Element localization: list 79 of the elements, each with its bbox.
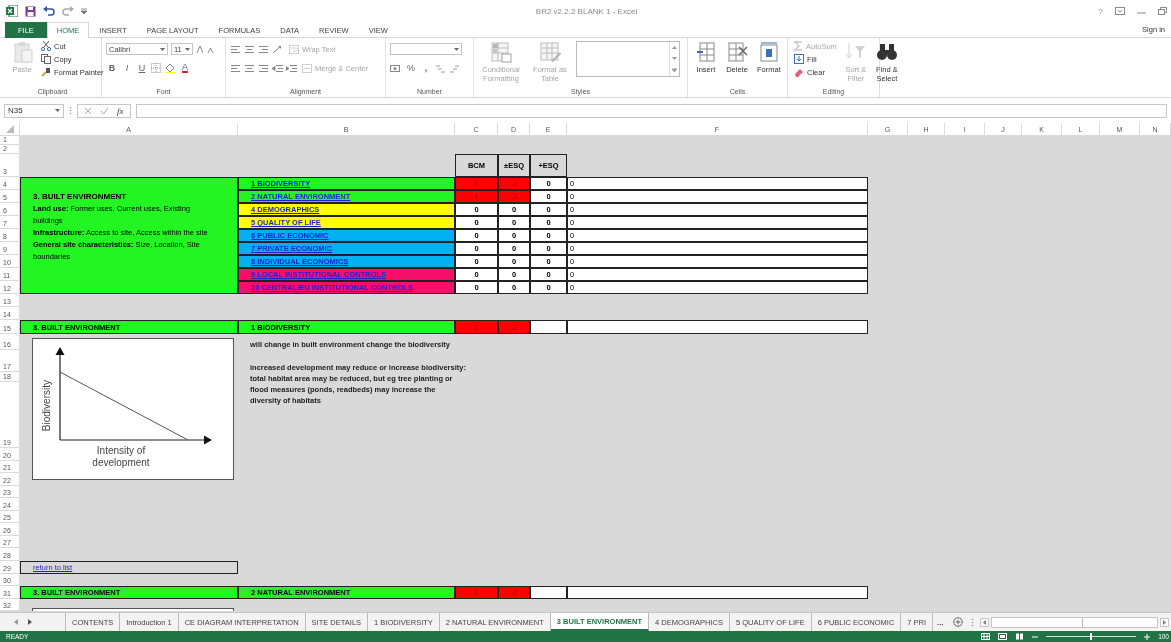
decrease-indent-icon (272, 63, 283, 73)
caret-icon (160, 47, 165, 51)
window-title: BR2 v2.2.2 BLANK 1 - Excel (534, 6, 639, 16)
add-sheet-icon[interactable] (953, 617, 964, 627)
align-icon (258, 44, 269, 54)
font-color-button[interactable]: A (179, 63, 191, 73)
styles-gallery[interactable] (576, 41, 680, 77)
merge-icon (302, 63, 312, 73)
align-icon (230, 63, 241, 73)
ribbon-display-icon[interactable] (1115, 7, 1125, 15)
restore-icon[interactable] (1158, 7, 1167, 15)
borders-icon (151, 63, 161, 73)
delete-cells-icon (726, 41, 748, 63)
copy-icon (41, 54, 51, 64)
normal-view-icon[interactable] (981, 633, 991, 640)
excel-logo-icon (6, 5, 18, 17)
next-sheet-icon[interactable] (28, 619, 32, 625)
name-box[interactable]: N35 (4, 103, 64, 118)
customize-icon[interactable] (81, 8, 87, 14)
format-cells-icon (757, 41, 780, 63)
decrease-decimal-icon (449, 63, 460, 73)
caret-icon (454, 47, 459, 51)
axis-label: Intensity of development (91, 445, 151, 469)
percent-button[interactable]: % (405, 63, 417, 73)
zoom-slider[interactable] (1046, 633, 1137, 640)
page-break-icon[interactable] (1015, 633, 1025, 640)
scroll-down-icon (672, 57, 677, 60)
check-icon[interactable] (100, 106, 109, 115)
table-cell (530, 586, 567, 599)
axis-label: Biodiversity (41, 379, 52, 431)
help-button[interactable]: ? (1098, 6, 1103, 16)
zoom-in-icon[interactable] (1144, 633, 1151, 640)
table-cell (530, 320, 567, 334)
wrap-text-icon (289, 44, 299, 54)
scroll-up-icon (672, 46, 677, 49)
align-icon (244, 44, 255, 54)
undo-icon[interactable] (43, 6, 55, 16)
paintbrush-icon (41, 67, 51, 77)
align-icon (244, 63, 255, 73)
scroll-left-icon[interactable] (980, 617, 990, 627)
save-icon[interactable] (25, 5, 36, 17)
grow-font-icon (196, 45, 204, 53)
summary-title: 3. BUILT ENVIRONMENT (33, 191, 128, 203)
previous-sheet-icon[interactable] (14, 619, 18, 625)
align-icon (230, 44, 241, 54)
currency-icon (390, 63, 402, 73)
comma-style-button[interactable]: , (420, 63, 432, 73)
shrink-font-icon (207, 45, 214, 53)
bold-button[interactable]: B (106, 63, 118, 73)
increase-decimal-icon (435, 63, 446, 73)
binoculars-icon (875, 41, 898, 63)
formula-input[interactable] (135, 103, 1167, 118)
increase-indent-icon (286, 63, 297, 73)
underline-button[interactable]: U (136, 63, 148, 73)
cancel-icon[interactable] (84, 106, 92, 115)
fill-down-icon (794, 54, 804, 64)
italic-button[interactable]: I (121, 63, 133, 73)
caret-icon (55, 109, 60, 112)
horizontal-scrollbar[interactable] (991, 616, 1158, 628)
scissors-icon (41, 41, 51, 51)
align-icon (258, 63, 269, 73)
sigma-icon (794, 41, 803, 51)
fill-color-icon (164, 63, 176, 73)
number-format-field[interactable] (390, 43, 462, 55)
orientation-icon (272, 44, 284, 54)
redo-icon[interactable] (62, 6, 74, 16)
corner-triangle-icon (5, 125, 14, 133)
select-all-button[interactable] (0, 123, 20, 136)
eraser-icon (794, 67, 804, 77)
caret-icon (185, 47, 190, 51)
clipboard-icon (11, 41, 33, 63)
expand-icon (672, 68, 677, 72)
table-brush-icon (539, 41, 561, 63)
scroll-right-icon[interactable] (1160, 617, 1169, 627)
insert-function-button[interactable]: fx (117, 105, 124, 116)
page-layout-icon[interactable] (998, 633, 1008, 640)
insert-cells-icon (695, 41, 717, 63)
zoom-out-icon[interactable] (1032, 633, 1039, 640)
table-icon (490, 41, 512, 63)
